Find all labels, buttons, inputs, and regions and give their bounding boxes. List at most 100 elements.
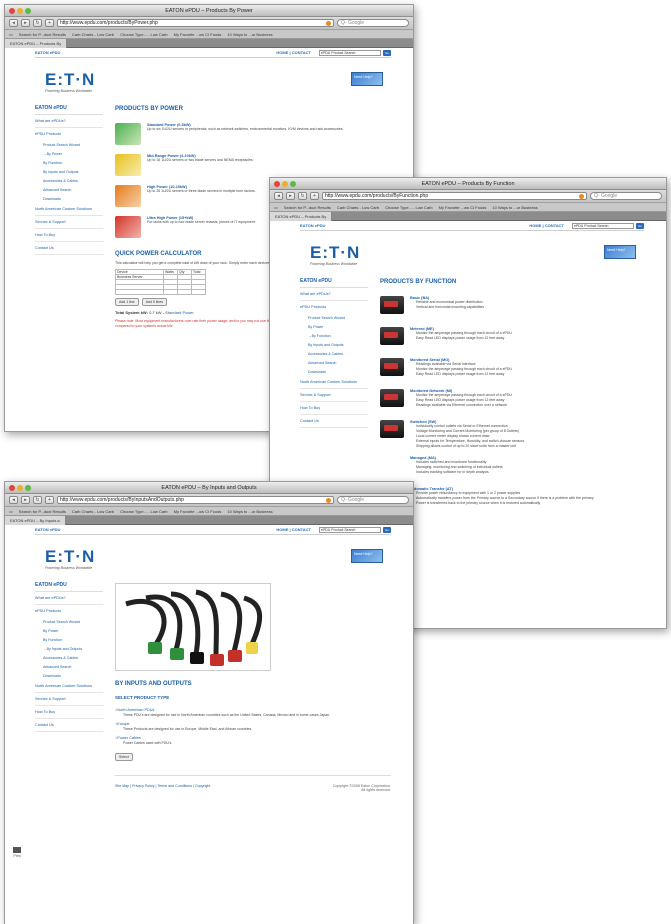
search-input[interactable]: Q- Google <box>337 19 409 27</box>
forward-button[interactable]: ▸ <box>21 19 30 27</box>
function-item[interactable]: Basic (BA) Reliable and economical power… <box>380 296 644 320</box>
reload-button[interactable]: ↻ <box>298 192 307 200</box>
sidebar-item-what[interactable]: What are ePDUs? <box>300 288 368 301</box>
contact-link[interactable]: CONTACT <box>292 527 311 532</box>
sidebar-item-products[interactable]: ePDU Products <box>35 605 103 617</box>
rss-icon[interactable] <box>326 21 331 26</box>
bookmark-item[interactable]: Search for P...duct Results <box>19 32 66 37</box>
sidebar-sub-by-function[interactable]: By Function <box>300 331 368 340</box>
sidebar-sub-downloads[interactable]: Downloads <box>35 671 103 680</box>
tab-by-inputs[interactable]: EATON ePDU – By Inputs a <box>5 516 66 525</box>
print-link[interactable]: Print <box>13 847 21 858</box>
site-label[interactable]: EATON ePDU <box>35 50 60 55</box>
minimize-window-button[interactable] <box>17 8 23 14</box>
product-item[interactable]: Mid-Range Power (4-10kW) Up to 16 1U/2U s… <box>115 154 391 178</box>
add-bookmark-button[interactable]: + <box>45 496 54 504</box>
pdu-image[interactable] <box>380 327 404 345</box>
eaton-logo[interactable]: E:T·N <box>45 547 95 567</box>
sidebar-sub-by-io[interactable]: By Inputs and Outputs <box>35 644 103 653</box>
sidebar-item-service[interactable]: Service & Support <box>35 216 103 229</box>
site-label[interactable]: EATON ePDU <box>300 223 325 228</box>
bookmark-item[interactable]: My Favorite ...ow CI Foods <box>439 205 487 210</box>
product-image[interactable] <box>115 185 141 207</box>
bookmark-item[interactable]: My Favorite ...ow CI Foods <box>174 509 222 514</box>
bookmark-item[interactable]: 10 Ways to ...or Business <box>227 32 272 37</box>
bookmark-item[interactable]: Choose Type... - Low Carb <box>120 509 168 514</box>
function-item[interactable]: Monitored Serial (MO) Readings available… <box>380 358 644 382</box>
sidebar-sub-advanced[interactable]: Advanced Search <box>300 358 368 367</box>
back-button[interactable]: ◂ <box>9 496 18 504</box>
forward-button[interactable]: ▸ <box>286 192 295 200</box>
go-button[interactable]: Go <box>383 50 391 56</box>
sidebar-sub-advanced[interactable]: Advanced Search <box>35 185 103 194</box>
sidebar-sub-by-power[interactable]: By Power <box>300 322 368 331</box>
sidebar-sub-by-power[interactable]: By Power <box>35 626 103 635</box>
eaton-logo[interactable]: E:T·N <box>45 70 95 90</box>
bookmark-item[interactable]: Search for P...duct Results <box>284 205 331 210</box>
function-item[interactable]: Automatic Transfer (AT) Provide power re… <box>380 487 644 511</box>
sidebar-sub-accessories[interactable]: Accessories & Cables <box>300 349 368 358</box>
add-five-lines-button[interactable]: Add 5 lines <box>141 298 168 306</box>
address-bar[interactable]: http://www.epdu.com/products/ByPower.php <box>57 19 334 27</box>
site-label[interactable]: EATON ePDU <box>35 527 60 532</box>
product-image[interactable] <box>115 154 141 176</box>
add-bookmark-button[interactable]: + <box>310 192 319 200</box>
bookmark-item[interactable]: Choose Type... - Low Carb <box>120 32 168 37</box>
sidebar-item-north-america[interactable]: North American Custom Solutions <box>35 203 103 216</box>
bookmarks-icon[interactable]: ▭ <box>274 205 278 210</box>
product-item[interactable]: Standard Power (0-5kW) Up to six 1U/2U se… <box>115 123 391 147</box>
back-button[interactable]: ◂ <box>274 192 283 200</box>
sidebar-sub-by-function[interactable]: By Function <box>35 158 103 167</box>
rss-icon[interactable] <box>579 194 584 199</box>
sidebar-item-what[interactable]: What are ePDUs? <box>35 592 103 605</box>
pdu-image[interactable] <box>380 420 404 438</box>
function-item[interactable]: Metered (ME) Monitor the amperage passin… <box>380 327 644 351</box>
sidebar-item-service[interactable]: Service & Support <box>300 389 368 402</box>
home-link[interactable]: HOME <box>529 223 541 228</box>
help-badge[interactable]: Need Help? <box>604 245 636 259</box>
address-bar[interactable]: http://www.epdu.com/products/ByInputsAnd… <box>57 496 334 504</box>
sidebar-item-how-to-buy[interactable]: How To Buy <box>35 229 103 242</box>
bookmark-item[interactable]: 10 Ways to ...or Business <box>492 205 537 210</box>
bookmark-item[interactable]: Carb Charts - Low Carb <box>72 32 114 37</box>
sidebar-item-products[interactable]: ePDU Products <box>35 128 103 140</box>
contact-link[interactable]: CONTACT <box>292 50 311 55</box>
rss-icon[interactable] <box>326 498 331 503</box>
bookmark-item[interactable]: 10 Ways to ...or Business <box>227 509 272 514</box>
sidebar-item-contact[interactable]: Contact Us <box>300 415 368 428</box>
sidebar-heading[interactable]: EATON ePDU <box>35 102 103 115</box>
sidebar-item-how-to-buy[interactable]: How To Buy <box>35 706 103 719</box>
tab-by-power[interactable]: EATON ePDU – Products By <box>5 39 68 48</box>
bookmark-item[interactable]: Choose Type... - Low Carb <box>385 205 433 210</box>
zoom-window-button[interactable] <box>290 181 296 187</box>
sidebar-item-how-to-buy[interactable]: How To Buy <box>300 402 368 415</box>
minimize-window-button[interactable] <box>17 485 23 491</box>
pdu-image[interactable] <box>380 358 404 376</box>
product-search-input[interactable]: ePDU Product Search <box>572 223 634 229</box>
device-input[interactable] <box>115 289 164 295</box>
close-window-button[interactable] <box>274 181 280 187</box>
sidebar-sub-advanced[interactable]: Advanced Search <box>35 662 103 671</box>
add-line-button[interactable]: Add 1 line <box>115 298 139 306</box>
product-type-option[interactable]: Europe These Products are designed for u… <box>115 722 391 732</box>
minimize-window-button[interactable] <box>282 181 288 187</box>
product-type-option[interactable]: North American PDUs These PDU's are desi… <box>115 708 391 718</box>
pdu-image[interactable] <box>380 389 404 407</box>
function-item[interactable]: Managed (MA) Includes switched and monit… <box>380 456 644 480</box>
pdu-image[interactable] <box>380 296 404 314</box>
bookmark-item[interactable]: Carb Charts - Low Carb <box>72 509 114 514</box>
function-item[interactable]: Switched (SW) Individually control outle… <box>380 420 644 449</box>
sidebar-sub-by-function[interactable]: By Function <box>35 635 103 644</box>
print-icon[interactable] <box>13 847 21 853</box>
sidebar-sub-by-io[interactable]: By Inputs and Outputs <box>300 340 368 349</box>
close-window-button[interactable] <box>9 485 15 491</box>
sidebar-item-north-america[interactable]: North American Custom Solutions <box>35 680 103 693</box>
go-button[interactable]: Go <box>636 223 644 229</box>
sidebar-item-north-america[interactable]: North American Custom Solutions <box>300 376 368 389</box>
close-window-button[interactable] <box>9 8 15 14</box>
function-item[interactable]: Monitored Network (MI) Monitor the amper… <box>380 389 644 413</box>
back-button[interactable]: ◂ <box>9 19 18 27</box>
home-link[interactable]: HOME <box>276 527 288 532</box>
address-bar[interactable]: http://www.epdu.com/products/ByFunction.… <box>322 192 587 200</box>
product-search-input[interactable]: ePDU Product Search <box>319 527 381 533</box>
